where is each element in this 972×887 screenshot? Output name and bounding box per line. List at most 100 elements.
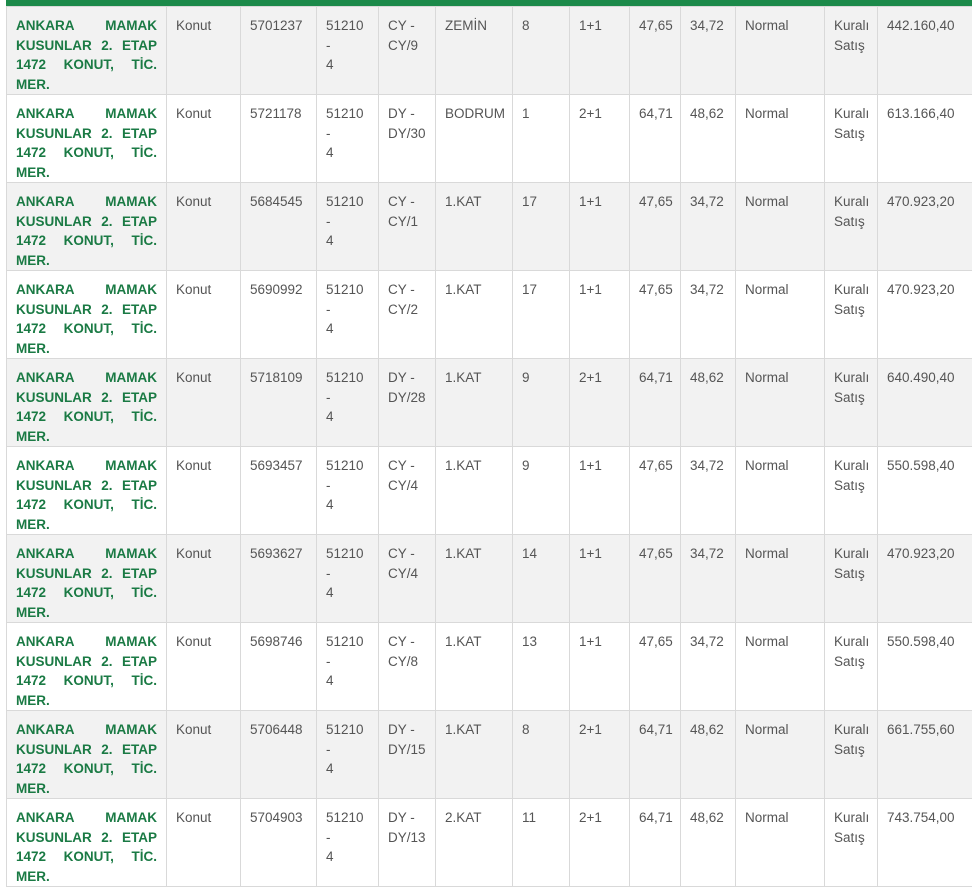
sale-type-line: Satış [834, 476, 869, 496]
sale-type-line: Kuralı [834, 456, 869, 476]
table-row[interactable]: ANKARA MAMAKKUSUNLAR 2. ETAP1472 KONUT, … [7, 95, 972, 183]
rooms-cell: 2+1 [570, 359, 630, 447]
status-cell: Normal [736, 799, 825, 887]
location-cell[interactable]: ANKARA MAMAKKUSUNLAR 2. ETAP1472 KONUT, … [7, 7, 167, 95]
status-value: Normal [745, 458, 789, 473]
floor-value: 2.KAT [445, 810, 482, 825]
floor-cell: 2.KAT [436, 799, 513, 887]
table-row[interactable]: ANKARA MAMAKKUSUNLAR 2. ETAP1472 KONUT, … [7, 271, 972, 359]
id-cell: 5721178 [241, 95, 317, 183]
status-value: Normal [745, 18, 789, 33]
table-row[interactable]: ANKARA MAMAKKUSUNLAR 2. ETAP1472 KONUT, … [7, 623, 972, 711]
block-line: DY/13 [388, 828, 427, 848]
sale-type-cell: KuralıSatış [825, 95, 878, 183]
location-line: KUSUNLAR 2. ETAP [16, 212, 157, 232]
gross-area-cell: 47,65 [630, 623, 681, 711]
parcel-line: 51210 - [326, 280, 370, 319]
price-value: 640.490,40 [887, 370, 955, 385]
location-cell[interactable]: ANKARA MAMAKKUSUNLAR 2. ETAP1472 KONUT, … [7, 271, 167, 359]
rooms-value: 1+1 [579, 546, 602, 561]
block-cell: CY -CY/8 [379, 623, 436, 711]
floor-value: 1.KAT [445, 546, 482, 561]
block-cell: CY -CY/4 [379, 535, 436, 623]
table-row[interactable]: ANKARA MAMAKKUSUNLAR 2. ETAP1472 KONUT, … [7, 359, 972, 447]
location-line: ANKARA MAMAK [16, 280, 157, 300]
floor-cell: 1.KAT [436, 183, 513, 271]
gross-area-cell: 64,71 [630, 359, 681, 447]
price-cell: 661.755,60 [878, 711, 972, 799]
price-cell: 470.923,20 [878, 183, 972, 271]
net-area-cell: 48,62 [681, 711, 736, 799]
location-line: 1472 KONUT, TİC. MER. [16, 407, 157, 446]
location-line: 1472 KONUT, TİC. MER. [16, 759, 157, 798]
sale-type-line: Satış [834, 564, 869, 584]
location-cell[interactable]: ANKARA MAMAKKUSUNLAR 2. ETAP1472 KONUT, … [7, 711, 167, 799]
sale-type-cell: KuralıSatış [825, 623, 878, 711]
gross-area-cell: 47,65 [630, 447, 681, 535]
door-value: 8 [522, 722, 530, 737]
gross-area-value: 64,71 [639, 810, 673, 825]
location-line: ANKARA MAMAK [16, 104, 157, 124]
status-value: Normal [745, 106, 789, 121]
status-value: Normal [745, 282, 789, 297]
block-line: CY - [388, 280, 427, 300]
id-cell: 5718109 [241, 359, 317, 447]
type-value: Konut [176, 634, 211, 649]
table-row[interactable]: ANKARA MAMAKKUSUNLAR 2. ETAP1472 KONUT, … [7, 535, 972, 623]
rooms-value: 2+1 [579, 106, 602, 121]
block-line: CY/1 [388, 212, 427, 232]
location-cell[interactable]: ANKARA MAMAKKUSUNLAR 2. ETAP1472 KONUT, … [7, 183, 167, 271]
parcel-line: 4 [326, 55, 370, 75]
table-row[interactable]: ANKARA MAMAKKUSUNLAR 2. ETAP1472 KONUT, … [7, 711, 972, 799]
table-row[interactable]: ANKARA MAMAKKUSUNLAR 2. ETAP1472 KONUT, … [7, 7, 972, 95]
status-cell: Normal [736, 711, 825, 799]
location-cell[interactable]: ANKARA MAMAKKUSUNLAR 2. ETAP1472 KONUT, … [7, 799, 167, 887]
price-value: 661.755,60 [887, 722, 955, 737]
block-line: CY/9 [388, 36, 427, 56]
floor-value: 1.KAT [445, 370, 482, 385]
gross-area-value: 47,65 [639, 458, 673, 473]
location-cell[interactable]: ANKARA MAMAKKUSUNLAR 2. ETAP1472 KONUT, … [7, 359, 167, 447]
location-cell[interactable]: ANKARA MAMAKKUSUNLAR 2. ETAP1472 KONUT, … [7, 447, 167, 535]
id-cell: 5701237 [241, 7, 317, 95]
sale-type-line: Satış [834, 124, 869, 144]
table-row[interactable]: ANKARA MAMAKKUSUNLAR 2. ETAP1472 KONUT, … [7, 447, 972, 535]
parcel-line: 4 [326, 319, 370, 339]
location-cell[interactable]: ANKARA MAMAKKUSUNLAR 2. ETAP1472 KONUT, … [7, 535, 167, 623]
listing-rows: ANKARA MAMAKKUSUNLAR 2. ETAP1472 KONUT, … [7, 7, 972, 887]
price-cell: 550.598,40 [878, 447, 972, 535]
parcel-cell: 51210 -4 [317, 271, 379, 359]
gross-area-cell: 47,65 [630, 7, 681, 95]
type-cell: Konut [167, 799, 241, 887]
parcel-cell: 51210 -4 [317, 623, 379, 711]
price-value: 550.598,40 [887, 458, 955, 473]
rooms-value: 2+1 [579, 370, 602, 385]
id-value: 5693627 [250, 546, 303, 561]
rooms-value: 1+1 [579, 18, 602, 33]
block-cell: DY -DY/13 [379, 799, 436, 887]
block-line: CY - [388, 456, 427, 476]
door-cell: 14 [513, 535, 570, 623]
net-area-cell: 34,72 [681, 7, 736, 95]
table-row[interactable]: ANKARA MAMAKKUSUNLAR 2. ETAP1472 KONUT, … [7, 799, 972, 887]
floor-cell: 1.KAT [436, 271, 513, 359]
type-value: Konut [176, 282, 211, 297]
floor-value: BODRUM [445, 106, 505, 121]
parcel-line: 51210 - [326, 544, 370, 583]
gross-area-value: 64,71 [639, 722, 673, 737]
table-row[interactable]: ANKARA MAMAKKUSUNLAR 2. ETAP1472 KONUT, … [7, 183, 972, 271]
sale-type-line: Satış [834, 36, 869, 56]
price-cell: 442.160,40 [878, 7, 972, 95]
location-line: KUSUNLAR 2. ETAP [16, 124, 157, 144]
status-cell: Normal [736, 7, 825, 95]
id-value: 5684545 [250, 194, 303, 209]
sale-type-line: Kuralı [834, 280, 869, 300]
sale-type-cell: KuralıSatış [825, 535, 878, 623]
id-value: 5718109 [250, 370, 303, 385]
location-cell[interactable]: ANKARA MAMAKKUSUNLAR 2. ETAP1472 KONUT, … [7, 623, 167, 711]
parcel-line: 4 [326, 847, 370, 867]
sale-type-line: Kuralı [834, 632, 869, 652]
sale-type-cell: KuralıSatış [825, 271, 878, 359]
door-cell: 11 [513, 799, 570, 887]
location-cell[interactable]: ANKARA MAMAKKUSUNLAR 2. ETAP1472 KONUT, … [7, 95, 167, 183]
